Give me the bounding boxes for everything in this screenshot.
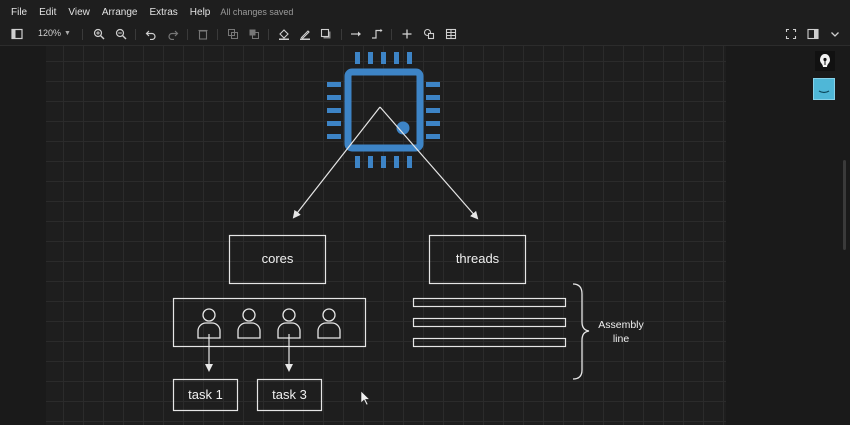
person-icons [197,308,341,339]
task1-label: task 1 [188,387,223,402]
cpu-pins-top [355,52,412,64]
person-icon [317,308,341,339]
person-icon [277,308,301,339]
workers-box[interactable] [172,297,367,348]
assembly-line-label: Assembly line [590,318,652,346]
cores-label: cores [261,251,294,266]
cpu-icon[interactable] [327,52,440,168]
cpu-pins-bottom [355,156,412,168]
assembly-label-line2: line [612,333,630,345]
cpu-pins-left [327,82,341,139]
task3-label: task 3 [272,387,307,402]
cpu-pins-right [426,82,440,139]
thread-lines [412,297,567,348]
mouse-cursor-icon [360,390,371,406]
thread-bar [412,297,567,308]
curly-brace [572,283,590,380]
person-icon [197,308,221,339]
threads-label: threads [455,251,500,266]
cpu-body [344,68,424,152]
thread-bar [412,337,567,348]
thread-bar [412,317,567,328]
assembly-label-line1: Assembly [598,319,644,331]
diagram [172,52,590,412]
person-icon [237,308,261,339]
